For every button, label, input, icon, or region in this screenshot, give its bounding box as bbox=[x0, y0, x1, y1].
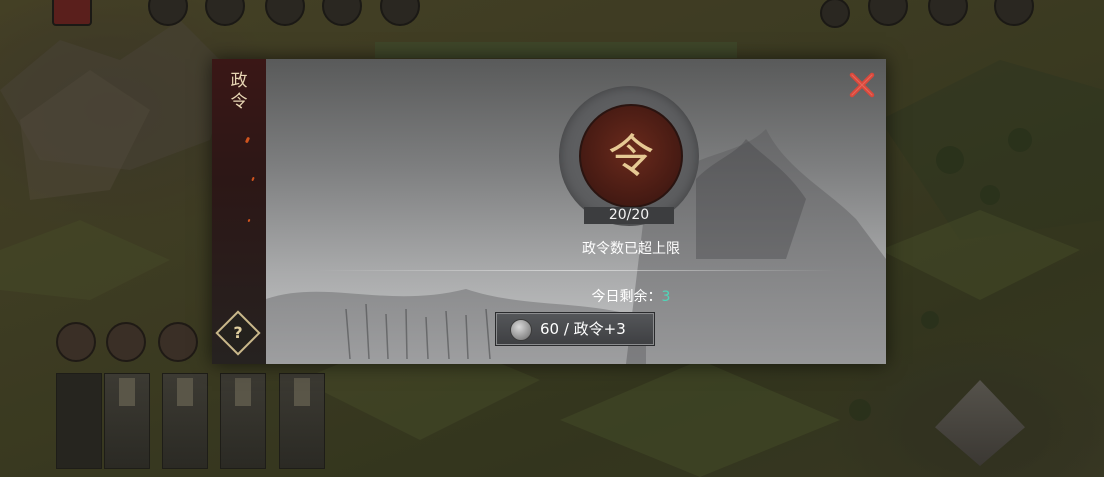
help-button[interactable]: ? bbox=[215, 310, 261, 356]
decree-emblem-icon: 令 bbox=[579, 104, 683, 208]
silver-coin-icon bbox=[510, 319, 532, 341]
troop-card[interactable] bbox=[56, 373, 102, 469]
help-icon: ? bbox=[233, 323, 243, 342]
troop-card[interactable] bbox=[104, 373, 150, 469]
buy-decree-label: 60 / 政令+3 bbox=[540, 320, 626, 338]
ember-decoration bbox=[251, 176, 255, 182]
dialog-side-title: 政令 bbox=[230, 71, 248, 112]
troop-card[interactable] bbox=[162, 373, 208, 469]
remaining-label: 今日剩余： bbox=[591, 289, 662, 305]
remaining-value: 3 bbox=[661, 289, 671, 305]
troop-card[interactable] bbox=[220, 373, 266, 469]
side-skill-icon[interactable] bbox=[158, 322, 198, 362]
side-skill-icon[interactable] bbox=[56, 322, 96, 362]
limit-message: 政令数已超上限 bbox=[582, 241, 680, 257]
ember-decoration bbox=[244, 136, 251, 144]
decree-count: 20/20 bbox=[584, 207, 674, 224]
troop-card[interactable] bbox=[279, 373, 325, 469]
buy-decree-button[interactable]: 60 / 政令+3 bbox=[495, 312, 655, 346]
map-banner bbox=[375, 42, 737, 58]
ember-decoration bbox=[247, 218, 251, 223]
decree-dialog: 政令 ? 令 20/20 政令数已超上限 今日剩余：3 60 / 政令+3 bbox=[212, 59, 886, 364]
dialog-side-panel: 政令 ? bbox=[212, 59, 266, 364]
side-skill-icon[interactable] bbox=[106, 322, 146, 362]
dialog-main-panel: 令 20/20 政令数已超上限 今日剩余：3 60 / 政令+3 bbox=[266, 59, 886, 364]
divider bbox=[316, 270, 836, 271]
top-menu-icon[interactable] bbox=[52, 0, 92, 26]
remaining-row: 今日剩余：3 bbox=[531, 286, 731, 306]
close-x-icon[interactable] bbox=[848, 71, 876, 99]
